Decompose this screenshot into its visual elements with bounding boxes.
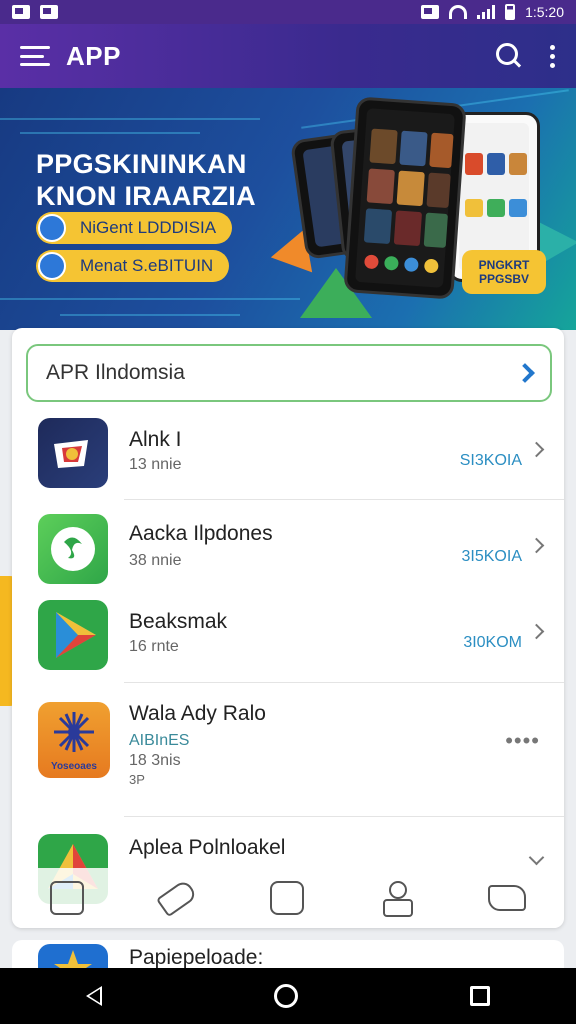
person-icon[interactable] [379,881,414,917]
banner-title-line1: PPGSKININKAN [36,149,247,179]
app-price: 3I5KOIA [461,548,522,565]
app-price: 3I0KOM [463,634,522,651]
cast-icon [421,5,440,19]
tag-icon[interactable] [155,878,198,918]
quick-actions-bar [12,868,564,928]
banner-badge-line1: PNGKRT [478,258,530,272]
menu-icon[interactable] [20,46,50,66]
more-vert-icon[interactable] [550,44,556,68]
app-size: 16 rnte [129,638,179,655]
phone-mockup-front [343,96,467,300]
category-search-box[interactable]: APR Ilndomsia [26,344,552,402]
app-size: 18 3nis [129,752,181,769]
chevron-right-icon [528,537,545,554]
more-horiz-icon[interactable]: •••• [505,728,540,754]
promo-banner[interactable]: PPGSKININKAN KNON IRAARZIA NiGent LDDDIS… [0,88,576,330]
battery-icon [505,4,516,20]
scroll-icon[interactable] [488,885,527,911]
pill-search-icon [38,252,66,280]
sim-card-icon[interactable] [49,881,84,915]
list-item[interactable]: Beaksmak 16 rnte 3I0KOM [12,598,564,686]
app-title: APP [66,40,121,71]
app-name: Beaksmak [129,610,228,633]
app-size: 13 nnie [129,456,182,473]
divider [124,816,564,817]
back-icon[interactable] [86,986,102,1006]
banner-pill-1[interactable]: NiGent LDDDISIA [36,212,233,244]
app-name: Alnk I [129,428,182,451]
list-item-peek[interactable]: Papiepeloade: [12,940,564,968]
app-price: SI3KOIA [459,452,522,469]
list-item[interactable]: Aacka Ilpdones 38 nnie 3I5KOIA [12,510,564,606]
status-time: 1:5:20 [525,4,564,20]
chevron-right-icon [528,623,545,640]
banner-pill-2-label: Menat S.eBITUIN [80,256,214,275]
banner-pill-1-label: NiGent LDDDISIA [80,218,217,237]
image-icon [40,5,58,19]
play-shield-icon[interactable] [269,881,304,915]
app-icon-wala: Yoseoaes [38,702,110,778]
system-nav-bar [0,968,576,1024]
wifi-icon [449,5,468,19]
category-search-label: APR Ilndomsia [46,361,185,384]
app-category: AIBInES [129,732,190,749]
banner-badge[interactable]: PNGKRT PPGSBV [462,250,546,294]
app-size: 38 nnie [129,552,182,569]
divider [124,499,564,500]
status-bar: 1:5:20 [0,0,576,24]
banner-title: PPGSKININKAN KNON IRAARZIA [36,148,256,212]
search-icon[interactable] [496,43,522,69]
signal-icon [477,5,496,19]
app-icon-alnk [38,418,108,488]
banner-pill-2[interactable]: Menat S.eBITUIN [36,250,230,282]
recents-icon[interactable] [470,986,490,1006]
banner-title-line2: KNON IRAARZIA [36,181,256,211]
banner-badge-line2: PPGSBV [478,272,529,286]
status-left [12,5,58,19]
divider [124,682,564,683]
star-app-icon [38,944,108,968]
app-name: Papiepeloade: [129,946,264,968]
app-icon-aacka [38,514,108,584]
status-right: 1:5:20 [421,4,564,20]
chevron-down-icon [528,849,545,866]
app-bar: APP [0,24,576,88]
play-store-icon [38,600,108,670]
pill-leaf-icon [38,214,66,242]
list-item[interactable]: Yoseoaes Wala Ady Ralo AIBInES 18 3nis 3… [12,692,564,818]
app-icon-label: Yoseoaes [51,761,97,772]
chevron-right-icon [515,363,535,383]
list-item[interactable]: Alnk I 13 nnie SI3KOIA [12,414,564,500]
app-name: Aplea Polnloakel [129,836,286,859]
notification-icon [12,5,30,19]
app-name: Aacka Ilpdones [129,522,273,545]
app-meta: 3P [129,772,145,787]
chevron-right-icon [528,441,545,458]
app-name: Wala Ady Ralo [129,702,266,725]
app-list-card: APR Ilndomsia Alnk I 13 nnie SI3KOIA Aac… [12,328,564,928]
home-icon[interactable] [274,984,298,1008]
